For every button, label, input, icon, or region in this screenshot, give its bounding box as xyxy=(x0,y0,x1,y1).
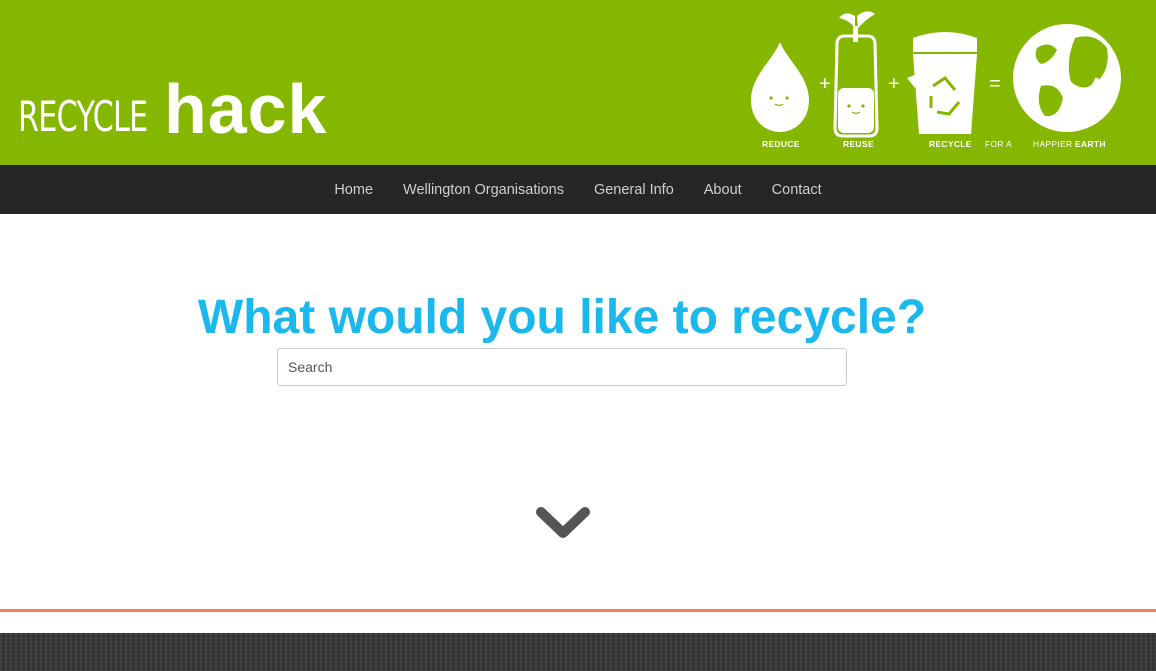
droplet-character-icon xyxy=(751,42,809,132)
chevron-down-icon[interactable] xyxy=(536,505,590,541)
banner-label-reduce: REDUCE xyxy=(762,139,800,149)
site-header: RECYCLE hack + + = REDUCE REUSE RECYCLE … xyxy=(0,0,1156,165)
earth-globe-icon xyxy=(1013,24,1121,132)
nav-contact[interactable]: Contact xyxy=(757,182,837,198)
banner-illustration: + + = xyxy=(751,11,1121,138)
search-box xyxy=(277,348,847,386)
nav-home[interactable]: Home xyxy=(319,182,388,198)
banner-label-earth: EARTH xyxy=(1075,139,1106,149)
page-headline: What would you like to recycle? xyxy=(197,291,927,345)
logo-word-recycle: RECYCLE xyxy=(18,92,148,141)
site-footer xyxy=(0,633,1156,671)
reduce-reuse-recycle-banner: + + = REDUCE REUSE RECYCLE FOR A HAPPIER… xyxy=(745,8,1130,149)
banner-label-happier: HAPPIER xyxy=(1033,139,1073,149)
nav-general-info[interactable]: General Info xyxy=(579,182,689,198)
svg-text:+: + xyxy=(819,73,831,95)
site-logo[interactable]: RECYCLE hack xyxy=(18,72,328,144)
banner-label-recycle: RECYCLE xyxy=(929,139,972,149)
svg-text:+: + xyxy=(888,73,900,95)
nav-wellington-organisations[interactable]: Wellington Organisations xyxy=(388,182,579,198)
footer-divider xyxy=(0,609,1156,612)
recycle-bin-icon xyxy=(907,32,977,134)
svg-text:=: = xyxy=(989,73,1001,95)
banner-label-for-a: FOR A xyxy=(985,139,1013,149)
nav-about[interactable]: About xyxy=(689,182,757,198)
logo-word-hack: hack xyxy=(163,70,328,148)
main-navigation: Home Wellington Organisations General In… xyxy=(0,165,1156,214)
jar-sprout-icon xyxy=(833,11,879,138)
banner-label-reuse: REUSE xyxy=(843,139,874,149)
search-input[interactable] xyxy=(278,349,846,385)
